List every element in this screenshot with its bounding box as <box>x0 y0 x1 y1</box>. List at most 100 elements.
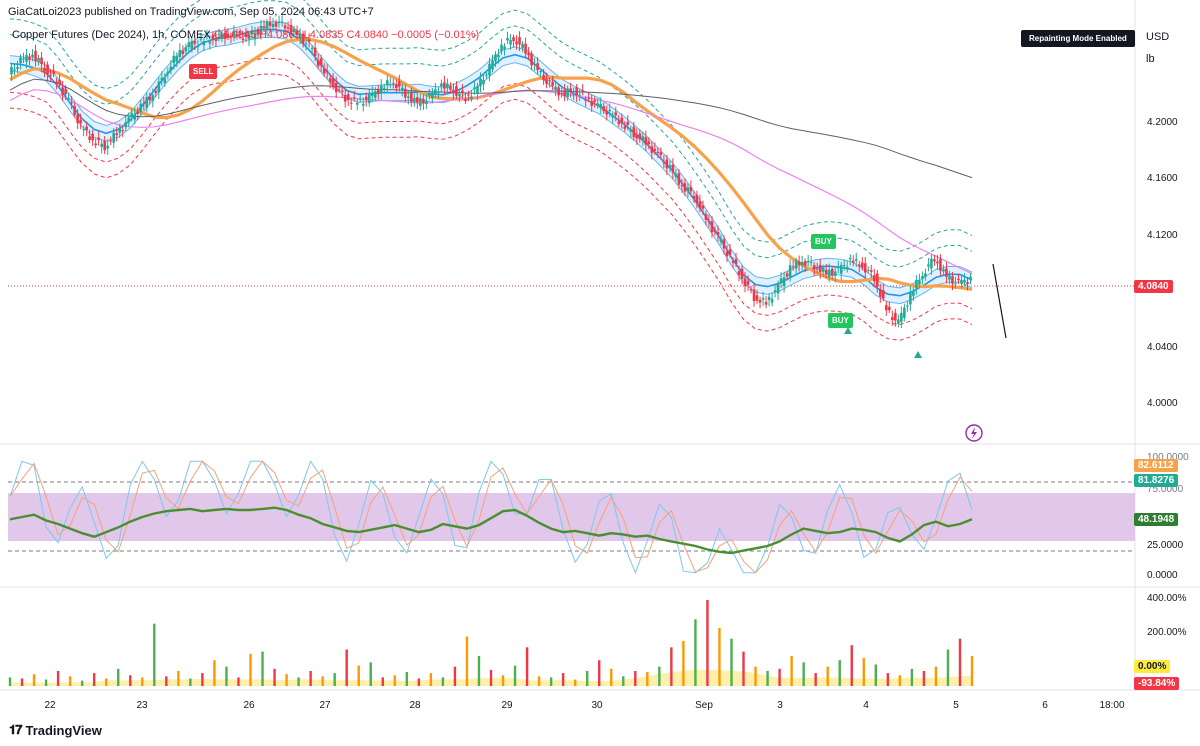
volume-bar <box>177 670 180 686</box>
candle-body <box>106 145 109 149</box>
volume-bar <box>92 673 96 686</box>
price-tick: 4.1600 <box>1147 173 1178 184</box>
volume-bar <box>850 645 853 686</box>
candle-body <box>839 264 843 274</box>
candle-body <box>358 98 362 100</box>
candle-body <box>605 110 609 115</box>
candle-body <box>563 90 566 97</box>
candle-body <box>761 298 765 300</box>
candle-body <box>575 87 578 96</box>
candle-body <box>939 258 942 271</box>
candle-body <box>470 96 473 99</box>
volume-bar <box>910 668 914 686</box>
candle-body <box>527 53 530 56</box>
candle-body <box>566 88 569 97</box>
volume-bar <box>706 600 709 686</box>
volume-bar <box>489 669 493 686</box>
candle-body <box>629 129 633 132</box>
volume-bar <box>754 666 757 686</box>
candle-body <box>815 268 819 270</box>
volume-bar <box>381 677 384 686</box>
candle-body <box>800 262 804 266</box>
candle-body <box>446 83 449 89</box>
currency-label[interactable]: USD <box>1146 31 1169 43</box>
volume-bar <box>549 677 553 686</box>
unit-label[interactable]: lb <box>1146 53 1155 65</box>
candle-body <box>37 57 40 62</box>
time-tick: 27 <box>319 700 331 711</box>
symbol-legend[interactable]: Copper Futures (Dec 2024), 1h, COMEX O4.… <box>12 29 479 41</box>
candle-body <box>866 269 870 271</box>
candle-body <box>851 260 855 263</box>
volume-bar <box>285 674 288 686</box>
candle-body <box>46 64 49 75</box>
candle-body <box>755 295 759 301</box>
candle-body <box>872 275 876 282</box>
candle-body <box>912 290 915 296</box>
volume-bar <box>129 675 132 686</box>
candle-body <box>109 140 113 142</box>
candle-body <box>764 302 768 305</box>
candle-body <box>488 63 491 76</box>
candle-body <box>518 37 521 45</box>
candle-body <box>34 50 37 62</box>
candle-body <box>650 146 654 153</box>
candle-body <box>325 70 329 73</box>
volume-bar <box>249 653 252 686</box>
candle-body <box>434 89 437 94</box>
volume-bar <box>297 677 300 686</box>
lightning-bolt-icon <box>971 427 977 439</box>
chart-canvas[interactable] <box>0 0 1200 746</box>
candle-body <box>948 275 951 280</box>
candle-body <box>728 249 732 255</box>
candle-body <box>370 92 374 97</box>
time-tick: 6 <box>1042 700 1048 711</box>
volume-bar <box>153 623 156 686</box>
candle-body <box>644 137 648 145</box>
price-tick: 4.1200 <box>1147 230 1178 241</box>
candle-body <box>361 103 365 106</box>
candle-body <box>349 102 353 104</box>
envelope-bands <box>9 0 973 341</box>
candle-body <box>788 265 792 277</box>
projection-line[interactable] <box>992 263 1007 339</box>
candle-body <box>52 70 55 74</box>
candle-body <box>142 103 146 105</box>
candle-body <box>410 92 413 103</box>
candle-body <box>367 94 371 104</box>
volume-bar <box>525 647 529 686</box>
candle-body <box>49 74 52 76</box>
candle-body <box>322 68 326 74</box>
volume-bar <box>513 665 517 686</box>
volume-bar <box>802 662 805 686</box>
volume-bar <box>189 678 192 686</box>
candle-body <box>857 264 861 267</box>
candle-body <box>581 90 584 93</box>
candle-body <box>500 44 503 52</box>
osc-tick: 0.0000 <box>1147 570 1178 581</box>
candle-body <box>746 280 750 285</box>
candle-body <box>668 165 672 168</box>
volume-bar <box>634 670 637 686</box>
candle-body <box>139 103 143 113</box>
candle-body <box>79 120 82 124</box>
candle-body <box>521 43 524 49</box>
volume-bar <box>934 666 938 686</box>
volume-bar <box>958 638 962 686</box>
tradingview-logo[interactable]: 𝟏𝟕 TradingView <box>9 722 102 738</box>
candle-body <box>70 102 73 104</box>
candle-body <box>145 97 149 108</box>
candle-body <box>455 86 458 96</box>
candle-body <box>364 96 368 101</box>
candle-body <box>497 54 500 58</box>
candle-body <box>845 266 849 270</box>
candle-body <box>76 114 79 124</box>
volume-bar <box>826 666 829 686</box>
volume-bar <box>237 677 240 686</box>
candle-body <box>73 105 76 115</box>
candle-body <box>909 292 912 305</box>
volume-bar <box>694 619 697 686</box>
candle-body <box>13 69 16 71</box>
volume-bar <box>573 679 577 686</box>
volume-bar <box>778 668 781 686</box>
